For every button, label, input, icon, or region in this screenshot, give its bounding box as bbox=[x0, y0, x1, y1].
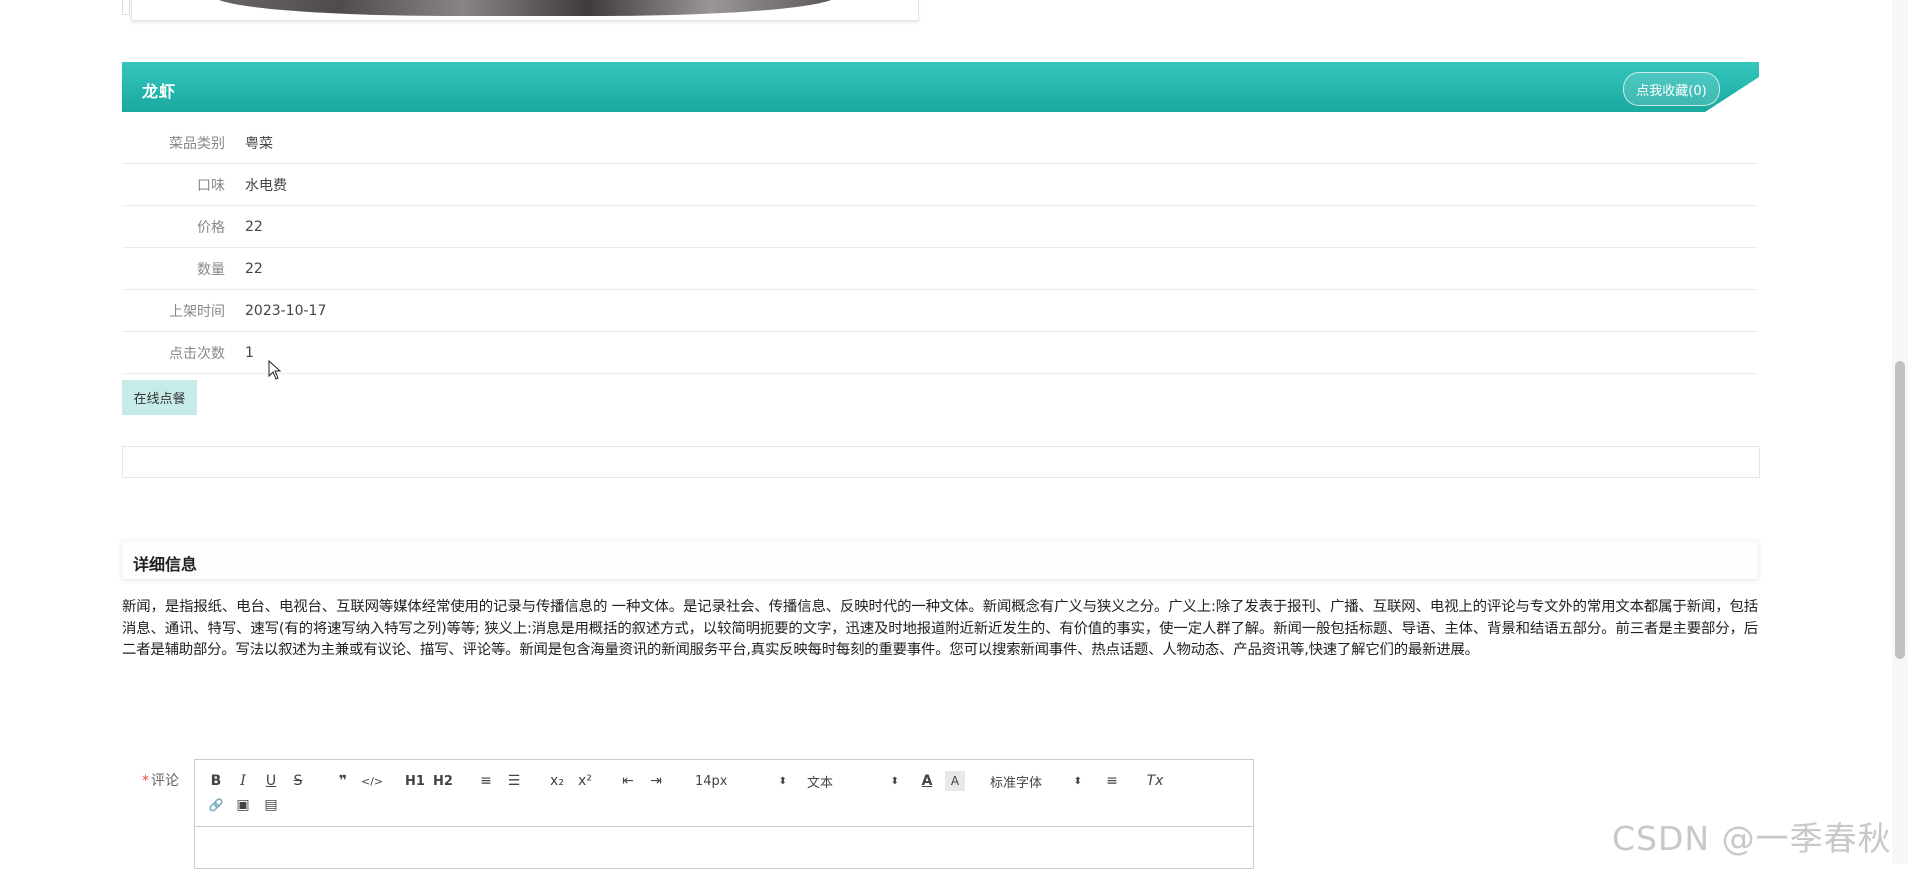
page: 龙虾 点我收藏(0) 菜品类别 粤菜 口味 水电费 价格 22 数量 22 上架… bbox=[0, 0, 1908, 869]
info-value: 水电费 bbox=[245, 177, 287, 194]
info-label: 菜品类别 bbox=[169, 135, 225, 152]
subscript-button[interactable]: x₂ bbox=[547, 771, 567, 791]
info-row-category: 菜品类别 粤菜 bbox=[122, 122, 1757, 164]
dish-info-table: 菜品类别 粤菜 口味 水电费 价格 22 数量 22 上架时间 2023-10-… bbox=[122, 122, 1757, 374]
required-mark: * bbox=[142, 773, 149, 789]
align-button[interactable]: ≡ bbox=[1102, 771, 1122, 791]
video-button[interactable]: ▤ bbox=[261, 795, 281, 815]
clean-format-button[interactable]: Tx bbox=[1145, 771, 1165, 791]
info-row-quantity: 数量 22 bbox=[122, 248, 1757, 290]
comment-input-area[interactable] bbox=[195, 826, 1253, 870]
dish-photo bbox=[214, 0, 836, 16]
dish-image-frame bbox=[131, 0, 919, 21]
font-size-value: 14px bbox=[695, 773, 728, 789]
font-family-select[interactable]: 标准字体 ⬍ bbox=[990, 771, 1082, 791]
background-color-button[interactable]: A bbox=[945, 771, 965, 791]
info-label: 口味 bbox=[197, 177, 225, 194]
text-color-button[interactable]: A bbox=[917, 771, 937, 791]
order-online-button[interactable]: 在线点餐 bbox=[122, 380, 197, 415]
info-value: 粤菜 bbox=[245, 135, 273, 152]
info-row-taste: 口味 水电费 bbox=[122, 164, 1757, 206]
select-arrow-icon: ⬍ bbox=[890, 775, 899, 787]
strike-button[interactable]: S bbox=[288, 771, 308, 791]
info-label: 点击次数 bbox=[169, 345, 225, 362]
info-value: 2023-10-17 bbox=[245, 302, 327, 319]
editor-toolbar: B I U S ❞ </> H1 H2 ≡ ☰ x₂ x² ⇤ ⇥ 14px ⬍… bbox=[195, 760, 1253, 827]
bold-button[interactable]: B bbox=[206, 771, 226, 791]
comment-editor: B I U S ❞ </> H1 H2 ≡ ☰ x₂ x² ⇤ ⇥ 14px ⬍… bbox=[194, 759, 1254, 869]
comment-label-text: 评论 bbox=[151, 773, 179, 789]
h2-button[interactable]: H2 bbox=[433, 771, 453, 791]
h1-button[interactable]: H1 bbox=[405, 771, 425, 791]
info-row-listed-date: 上架时间 2023-10-17 bbox=[122, 290, 1757, 332]
dish-title-bar: 龙虾 bbox=[122, 62, 1759, 112]
font-size-select[interactable]: 14px ⬍ bbox=[695, 771, 787, 791]
mouse-cursor-icon bbox=[268, 360, 282, 380]
select-arrow-icon: ⬍ bbox=[778, 775, 787, 787]
info-row-click-count: 点击次数 1 bbox=[122, 332, 1757, 374]
details-section-header: 详细信息 bbox=[122, 541, 1758, 579]
dish-title: 龙虾 bbox=[142, 82, 177, 101]
select-arrow-icon: ⬍ bbox=[1073, 775, 1082, 787]
outdent-button[interactable]: ⇤ bbox=[618, 771, 638, 791]
info-value: 22 bbox=[245, 260, 263, 277]
left-stub bbox=[122, 0, 130, 15]
link-button[interactable]: 🔗 bbox=[206, 795, 226, 815]
csdn-watermark: CSDN @一季春秋 bbox=[1612, 819, 1892, 858]
image-button[interactable]: ▣ bbox=[233, 795, 253, 815]
italic-button[interactable]: I bbox=[233, 771, 253, 791]
info-value: 1 bbox=[245, 344, 254, 361]
blockquote-button[interactable]: ❞ bbox=[333, 771, 353, 791]
superscript-button[interactable]: x² bbox=[575, 771, 595, 791]
details-text: 新闻，是指报纸、电台、电视台、互联网等媒体经常使用的记录与传播信息的 一种文体。… bbox=[122, 599, 1758, 659]
info-label: 数量 bbox=[197, 261, 225, 278]
comment-label: * 评论 bbox=[142, 770, 179, 790]
info-label: 上架时间 bbox=[169, 303, 225, 320]
empty-panel bbox=[122, 446, 1760, 478]
code-button[interactable]: </> bbox=[361, 771, 383, 791]
header-select[interactable]: 文本 ⬍ bbox=[807, 771, 899, 791]
bullet-list-button[interactable]: ☰ bbox=[504, 771, 524, 791]
underline-button[interactable]: U bbox=[261, 771, 281, 791]
font-family-value: 标准字体 bbox=[990, 775, 1043, 791]
collect-button[interactable]: 点我收藏(0) bbox=[1623, 72, 1720, 106]
details-section-title: 详细信息 bbox=[133, 555, 198, 574]
indent-button[interactable]: ⇥ bbox=[646, 771, 666, 791]
info-value: 22 bbox=[245, 218, 263, 235]
scrollbar-thumb[interactable] bbox=[1895, 361, 1905, 659]
info-row-price: 价格 22 bbox=[122, 206, 1757, 248]
info-label: 价格 bbox=[197, 219, 225, 236]
ordered-list-button[interactable]: ≡ bbox=[476, 771, 496, 791]
header-value: 文本 bbox=[807, 775, 834, 791]
